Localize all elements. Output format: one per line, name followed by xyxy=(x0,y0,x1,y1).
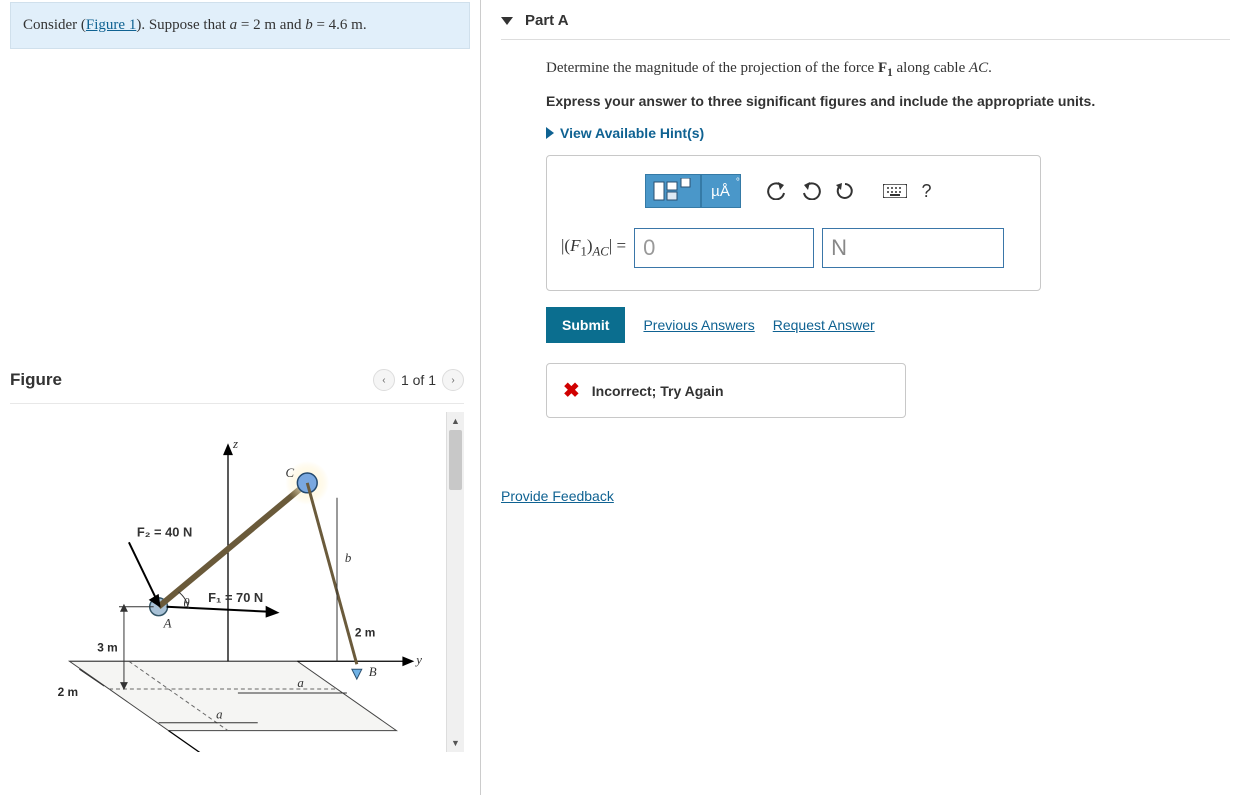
provide-feedback-link[interactable]: Provide Feedback xyxy=(501,488,614,504)
hints-link[interactable]: View Available Hint(s) xyxy=(560,125,704,141)
x-icon: ✖ xyxy=(563,378,580,403)
templates-button[interactable] xyxy=(645,174,701,208)
dim-b: b xyxy=(345,551,352,565)
next-figure-button[interactable]: › xyxy=(442,369,464,391)
reset-button[interactable] xyxy=(829,174,861,208)
dim-2m-left: 2 m xyxy=(58,685,78,699)
left-panel: Consider (Figure 1). Suppose that a = 2 … xyxy=(0,0,481,795)
figure-nav: ‹ 1 of 1 › xyxy=(373,369,464,391)
right-panel: Part A Determine the magnitude of the pr… xyxy=(481,0,1250,795)
hints-toggle[interactable]: View Available Hint(s) xyxy=(546,125,1230,141)
answer-instruction: Express your answer to three significant… xyxy=(546,93,1230,109)
text: = 4.6 m. xyxy=(313,17,367,33)
prev-figure-button[interactable]: ‹ xyxy=(373,369,395,391)
divider xyxy=(501,39,1230,40)
answer-actions: Submit Previous Answers Request Answer xyxy=(546,307,1230,343)
submit-button[interactable]: Submit xyxy=(546,307,625,343)
keyboard-button[interactable] xyxy=(881,174,909,208)
label-C: C xyxy=(285,466,294,480)
figure-image: z y x A C xyxy=(10,412,446,752)
request-answer-link[interactable]: Request Answer xyxy=(773,317,875,333)
help-button[interactable]: ? xyxy=(911,174,943,208)
text: = 2 m and xyxy=(237,17,305,33)
part-title: Part A xyxy=(525,12,569,29)
undo-button[interactable] xyxy=(761,174,793,208)
feedback-box: ✖ Incorrect; Try Again xyxy=(546,363,906,418)
feedback-text: Incorrect; Try Again xyxy=(592,383,724,399)
scroll-thumb[interactable] xyxy=(449,430,462,490)
text: ). Suppose that xyxy=(136,17,229,33)
collapse-icon[interactable] xyxy=(501,17,513,25)
part-header[interactable]: Part A xyxy=(501,0,1230,39)
text: Consider ( xyxy=(23,17,86,33)
problem-statement: Consider (Figure 1). Suppose that a = 2 … xyxy=(10,2,470,49)
symbols-button[interactable]: µ°Å xyxy=(701,174,741,208)
answer-label: |(F1)AC| = xyxy=(561,236,626,259)
redo-button[interactable] xyxy=(795,174,827,208)
dim-a1: a xyxy=(297,676,303,690)
figure-header: Figure ‹ 1 of 1 › xyxy=(10,369,464,404)
question-text: Determine the magnitude of the projectio… xyxy=(546,60,1230,79)
answer-value-input[interactable] xyxy=(634,228,814,268)
axis-y: y xyxy=(414,653,422,667)
answer-unit-input[interactable] xyxy=(822,228,1004,268)
label-F2: F₂ = 40 N xyxy=(137,524,192,539)
figure-counter: 1 of 1 xyxy=(401,372,436,388)
label-theta: θ xyxy=(183,596,190,610)
dim-2m-right: 2 m xyxy=(355,626,375,640)
axis-z: z xyxy=(232,437,238,451)
scroll-down-icon[interactable]: ▼ xyxy=(447,734,464,752)
figure-scrollbar[interactable]: ▲ ▼ xyxy=(446,412,464,752)
label-A: A xyxy=(163,617,172,631)
answer-toolbar: µ°Å ? xyxy=(561,174,1026,208)
label-B: B xyxy=(369,665,377,679)
dim-a2: a xyxy=(216,708,222,722)
figure-panel: Figure ‹ 1 of 1 › z xyxy=(10,369,470,752)
dim-3m: 3 m xyxy=(97,640,117,654)
var-b: b xyxy=(305,17,313,33)
previous-answers-link[interactable]: Previous Answers xyxy=(643,317,754,333)
figure-link[interactable]: Figure 1 xyxy=(86,17,136,33)
label-F1: F₁ = 70 N xyxy=(208,590,263,605)
answer-box: µ°Å ? |(F1)AC| = xyxy=(546,155,1041,291)
scroll-up-icon[interactable]: ▲ xyxy=(447,412,464,430)
chevron-right-icon xyxy=(546,127,554,139)
figure-title: Figure xyxy=(10,370,62,390)
answer-row: |(F1)AC| = xyxy=(561,228,1026,268)
